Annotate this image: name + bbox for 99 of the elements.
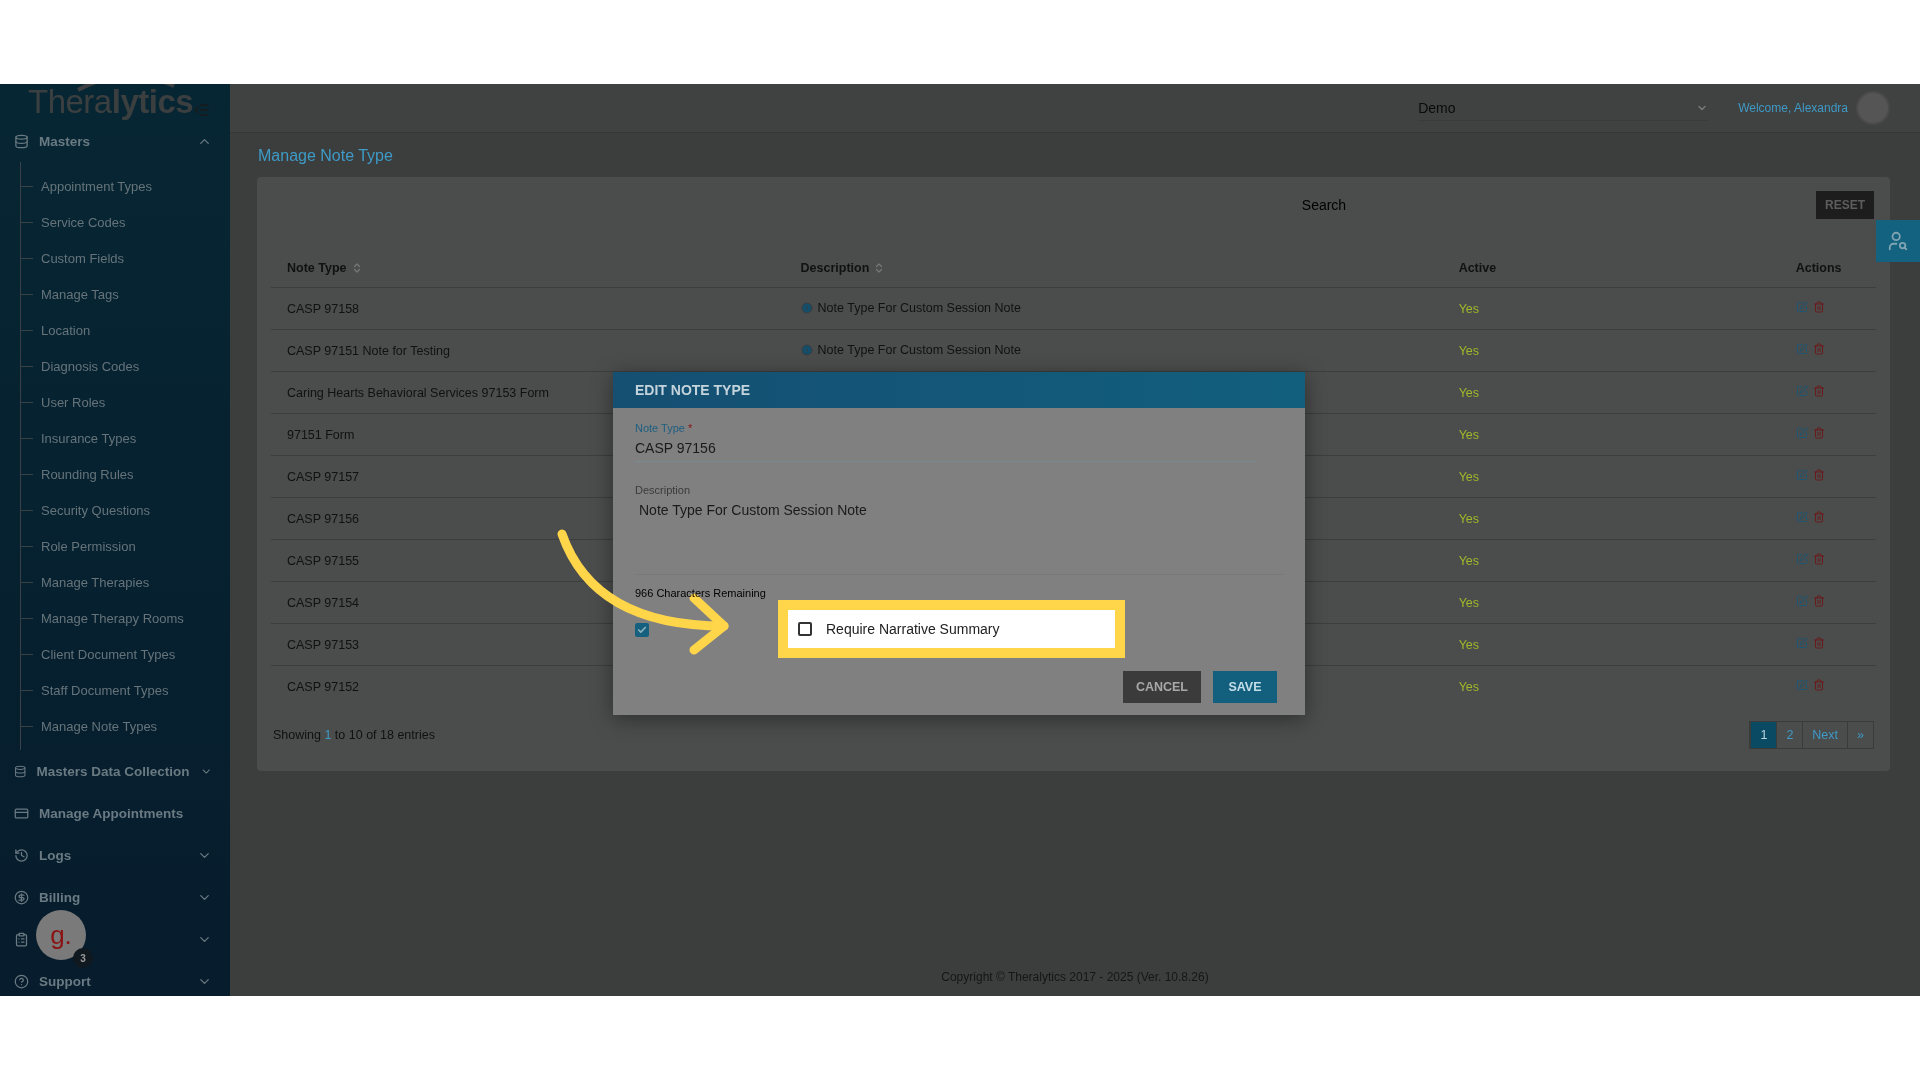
clipboard-icon <box>14 931 29 947</box>
table-cell: Yes <box>1458 343 1480 358</box>
sidebar-subitem[interactable]: Manage Note Types <box>21 708 230 744</box>
page-button[interactable]: » <box>1847 722 1873 748</box>
sidebar-subitem[interactable]: Insurance Types <box>21 420 230 456</box>
page-button[interactable]: 2 <box>1776 722 1803 748</box>
checkbox[interactable] <box>635 623 649 637</box>
sidebar-subitem[interactable]: Security Questions <box>21 492 230 528</box>
delete-icon[interactable] <box>1812 511 1825 523</box>
delete-icon[interactable] <box>1812 595 1825 607</box>
sidebar-subitem[interactable]: Staff Document Types <box>21 672 230 708</box>
sidebar-subitem[interactable]: Role Permission <box>21 528 230 564</box>
organization-select[interactable]: Demo <box>1418 95 1709 121</box>
info-icon <box>800 343 813 356</box>
table-cell: Note Type For Custom Session Note <box>817 342 1021 357</box>
table-cell: Yes <box>1458 469 1480 484</box>
delete-icon[interactable] <box>1812 301 1825 313</box>
delete-icon[interactable] <box>1812 469 1825 481</box>
note-type-field[interactable]: CASP 97156 <box>635 434 1255 462</box>
sidebar-subitem[interactable]: Service Codes <box>21 204 230 240</box>
table-cell: Yes <box>1458 595 1480 610</box>
sidebar-item[interactable]: Logs <box>0 834 230 876</box>
reset-button[interactable]: RESET <box>1816 191 1874 219</box>
sidebar-subitem[interactable]: Custom Fields <box>21 240 230 276</box>
delete-icon[interactable] <box>1812 385 1825 397</box>
sidebar-subitem[interactable]: Manage Tags <box>21 276 230 312</box>
table-cell: Yes <box>1458 427 1480 442</box>
edit-icon[interactable] <box>1795 343 1808 355</box>
notification-badge: 3 <box>73 948 93 968</box>
entries-info: Showing 1 to 10 of 18 entries <box>273 728 435 742</box>
delete-icon[interactable] <box>1812 637 1825 649</box>
table-cell: CASP 97158 <box>287 301 360 316</box>
card-icon <box>14 805 29 821</box>
table-cell: 97151 Form <box>287 427 355 442</box>
edit-icon[interactable] <box>1795 511 1808 523</box>
table-cell: Yes <box>1458 385 1480 400</box>
column-header: Actions <box>1795 261 1842 275</box>
delete-icon[interactable] <box>1812 427 1825 439</box>
info-icon <box>800 301 813 314</box>
edit-icon[interactable] <box>1795 637 1808 649</box>
table-cell: CASP 97153 <box>287 637 360 652</box>
table-cell: Yes <box>1458 679 1480 694</box>
sidebar-subitem[interactable]: Rounding Rules <box>21 456 230 492</box>
column-header[interactable]: Description <box>800 261 886 275</box>
history-icon <box>14 847 29 863</box>
delete-icon[interactable] <box>1812 553 1825 565</box>
sidebar-item[interactable]: Manage Appointments <box>0 792 230 834</box>
sidebar-subitem[interactable]: User Roles <box>21 384 230 420</box>
field-label: Note Type * <box>635 422 694 434</box>
dollar-icon <box>14 889 29 905</box>
edit-icon[interactable] <box>1795 469 1808 481</box>
table-cell: Note Type For Custom Session Note <box>817 300 1021 315</box>
edit-icon[interactable] <box>1795 427 1808 439</box>
sidebar-item[interactable]: Masters <box>0 120 230 162</box>
characters-remaining: 966 Characters Remaining <box>635 587 767 599</box>
welcome-text[interactable]: Welcome, Alexandra <box>1738 101 1848 115</box>
edit-icon[interactable] <box>1795 595 1808 607</box>
help-icon <box>14 973 29 989</box>
sidebar-subitem[interactable]: Diagnosis Codes <box>21 348 230 384</box>
save-button[interactable]: SAVE <box>1213 671 1277 703</box>
edit-icon[interactable] <box>1795 385 1808 397</box>
table-cell: Yes <box>1458 553 1480 568</box>
table-cell: CASP 97154 <box>287 595 360 610</box>
sidebar-subitem[interactable]: Manage Therapy Rooms <box>21 600 230 636</box>
table-cell: Yes <box>1458 301 1480 316</box>
page-title: Manage Note Type <box>257 146 394 166</box>
table-cell: CASP 97151 Note for Testing <box>287 343 450 358</box>
description-field[interactable]: Note Type For Custom Session Note <box>635 496 1283 575</box>
table-cell: CASP 97157 <box>287 469 360 484</box>
sidebar-subitem[interactable]: Appointment Types <box>21 168 230 204</box>
cancel-button[interactable]: CANCEL <box>1122 671 1201 703</box>
sidebar-item[interactable]: Masters Data Collection <box>0 750 230 792</box>
table-cell: CASP 97152 <box>287 679 360 694</box>
table-cell: Yes <box>1458 637 1480 652</box>
edit-icon[interactable] <box>1795 679 1808 691</box>
sidebar-subitem[interactable]: Client Document Types <box>21 636 230 672</box>
checkbox-label[interactable]: Require Narrative Summary <box>826 621 1000 637</box>
page-button[interactable]: Next <box>1802 722 1848 748</box>
table-cell: CASP 97155 <box>287 553 360 568</box>
user-search-button[interactable] <box>1876 220 1920 262</box>
edit-icon[interactable] <box>1795 301 1808 313</box>
search-field[interactable]: Search <box>1172 196 1476 214</box>
delete-icon[interactable] <box>1812 343 1825 355</box>
delete-icon[interactable] <box>1812 679 1825 691</box>
sidebar-subitem[interactable]: Manage Therapies <box>21 564 230 600</box>
column-header[interactable]: Note Type <box>287 261 363 275</box>
user-search-icon <box>1887 230 1909 252</box>
database-icon <box>14 133 29 149</box>
table-cell: Yes <box>1458 511 1480 526</box>
page-button[interactable]: 1 <box>1750 722 1777 748</box>
table-cell: Caring Hearts Behavioral Services 97153 Form <box>287 385 549 400</box>
table-cell: CASP 97156 <box>287 511 360 526</box>
field-label: Description <box>635 484 692 496</box>
sidebar-subitem[interactable]: Location <box>21 312 230 348</box>
database-icon <box>14 763 27 779</box>
checkbox[interactable] <box>798 622 812 636</box>
edit-icon[interactable] <box>1795 553 1808 565</box>
column-header: Active <box>1458 261 1497 275</box>
dialog-title: EDIT NOTE TYPE <box>613 372 1305 408</box>
